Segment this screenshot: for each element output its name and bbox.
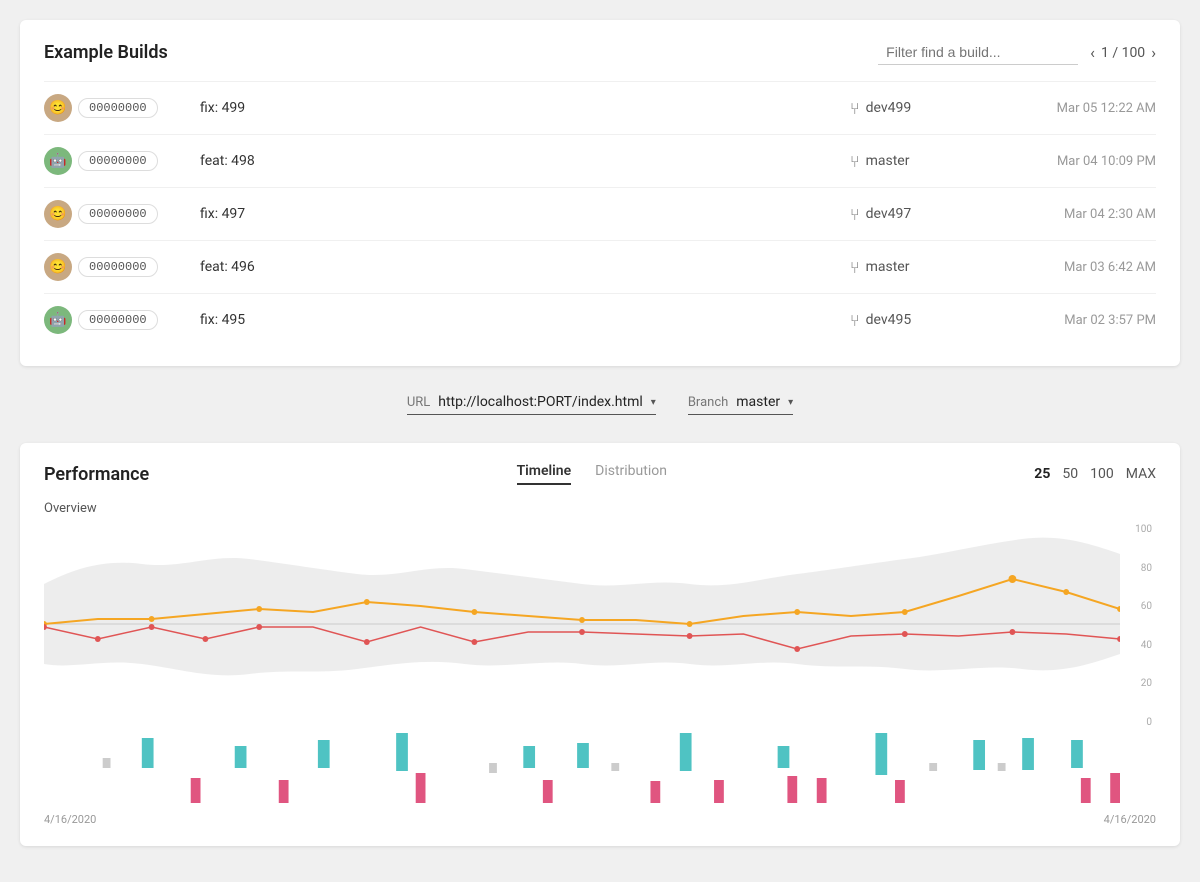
count-max[interactable]: MAX: [1126, 466, 1156, 482]
tab-distribution[interactable]: Distribution: [595, 463, 667, 485]
commit-id: 00000000: [78, 257, 158, 277]
bar-chart-wrapper: [44, 728, 1156, 807]
branch-icon: ⑂: [850, 258, 860, 277]
y-80: 80: [1126, 563, 1152, 574]
branch-icon: ⑂: [850, 152, 860, 171]
bar-chart: [44, 728, 1120, 803]
branch-label: Branch: [688, 395, 728, 410]
url-control: URL http://localhost:PORT/index.html ▾: [407, 394, 656, 415]
y-60: 60: [1126, 601, 1152, 612]
count-100[interactable]: 100: [1090, 466, 1114, 482]
performance-card: Performance Timeline Distribution 25 50 …: [20, 443, 1180, 846]
build-row[interactable]: 😊 00000000 fix: 497 ⑂ dev497 Mar 04 2:30…: [44, 187, 1156, 240]
chart-wrapper: 100 80 60 40 20 0: [44, 524, 1156, 728]
date-end: 4/16/2020: [1104, 813, 1156, 826]
branch-info: ⑂ dev497: [850, 205, 980, 224]
build-row[interactable]: 🤖 00000000 fix: 495 ⑂ dev495 Mar 02 3:57…: [44, 293, 1156, 346]
avatar: 😊: [44, 253, 72, 281]
builds-list: 😊 00000000 fix: 499 ⑂ dev499 Mar 05 12:2…: [44, 81, 1156, 346]
build-row[interactable]: 😊 00000000 fix: 499 ⑂ dev499 Mar 05 12:2…: [44, 81, 1156, 134]
branch-control: Branch master ▾: [688, 394, 793, 415]
y-20: 20: [1126, 678, 1152, 689]
overview-label: Overview: [44, 501, 1156, 516]
pagination-next[interactable]: ›: [1151, 43, 1156, 62]
branch-info: ⑂ master: [850, 152, 980, 171]
count-50[interactable]: 50: [1062, 466, 1078, 482]
url-label: URL: [407, 395, 430, 410]
build-date: Mar 05 12:22 AM: [996, 101, 1156, 116]
build-badge: 😊 00000000: [44, 94, 184, 122]
build-badge: 🤖 00000000: [44, 306, 184, 334]
avatar: 😊: [44, 94, 72, 122]
avatar: 🤖: [44, 306, 72, 334]
branch-name: dev497: [866, 206, 912, 222]
filter-pagination: ‹ 1 / 100 ›: [878, 40, 1156, 65]
build-row[interactable]: 🤖 00000000 feat: 498 ⑂ master Mar 04 10:…: [44, 134, 1156, 187]
branch-name: dev499: [866, 100, 912, 116]
build-name: fix: 499: [200, 100, 834, 116]
branch-value[interactable]: master: [736, 394, 780, 410]
chart-dates: 4/16/2020 4/16/2020: [44, 813, 1156, 826]
builds-card: Example Builds ‹ 1 / 100 › 😊 00000000 fi…: [20, 20, 1180, 366]
y-40: 40: [1126, 640, 1152, 651]
perf-header: Performance Timeline Distribution 25 50 …: [44, 463, 1156, 485]
build-badge: 😊 00000000: [44, 200, 184, 228]
branch-info: ⑂ dev495: [850, 311, 980, 330]
avatar: 🤖: [44, 147, 72, 175]
branch-name: master: [866, 259, 910, 275]
url-value[interactable]: http://localhost:PORT/index.html: [438, 394, 643, 410]
commit-id: 00000000: [78, 204, 158, 224]
commit-id: 00000000: [78, 98, 158, 118]
controls-bar: URL http://localhost:PORT/index.html ▾ B…: [20, 382, 1180, 427]
branch-icon: ⑂: [850, 311, 860, 330]
perf-title: Performance: [44, 464, 149, 485]
commit-id: 00000000: [78, 310, 158, 330]
build-row[interactable]: 😊 00000000 feat: 496 ⑂ master Mar 03 6:4…: [44, 240, 1156, 293]
pagination: ‹ 1 / 100 ›: [1090, 43, 1156, 62]
build-name: feat: 498: [200, 153, 834, 169]
builds-title: Example Builds: [44, 42, 168, 63]
y-0: 0: [1126, 717, 1152, 728]
branch-name: dev495: [866, 312, 912, 328]
timeline-chart: [44, 524, 1120, 724]
filter-input[interactable]: [878, 40, 1078, 65]
count-25[interactable]: 25: [1034, 466, 1050, 482]
branch-info: ⑂ dev499: [850, 99, 980, 118]
tab-timeline[interactable]: Timeline: [517, 463, 572, 485]
build-name: fix: 497: [200, 206, 834, 222]
y-axis: 100 80 60 40 20 0: [1126, 524, 1156, 728]
build-name: fix: 495: [200, 312, 834, 328]
url-dropdown-icon[interactable]: ▾: [651, 397, 656, 408]
perf-counts: 25 50 100 MAX: [1034, 466, 1156, 482]
builds-header: Example Builds ‹ 1 / 100 ›: [44, 40, 1156, 65]
branch-icon: ⑂: [850, 99, 860, 118]
commit-id: 00000000: [78, 151, 158, 171]
branch-name: master: [866, 153, 910, 169]
branch-info: ⑂ master: [850, 258, 980, 277]
build-badge: 🤖 00000000: [44, 147, 184, 175]
build-badge: 😊 00000000: [44, 253, 184, 281]
branch-icon: ⑂: [850, 205, 860, 224]
build-name: feat: 496: [200, 259, 834, 275]
branch-dropdown-icon[interactable]: ▾: [788, 397, 793, 408]
perf-tabs: Timeline Distribution: [517, 463, 667, 485]
build-date: Mar 04 10:09 PM: [996, 154, 1156, 169]
date-start: 4/16/2020: [44, 813, 96, 826]
build-date: Mar 03 6:42 AM: [996, 260, 1156, 275]
pagination-prev[interactable]: ‹: [1090, 43, 1095, 62]
build-date: Mar 04 2:30 AM: [996, 207, 1156, 222]
y-100: 100: [1126, 524, 1152, 535]
pagination-display: 1 / 100: [1101, 45, 1145, 61]
avatar: 😊: [44, 200, 72, 228]
build-date: Mar 02 3:57 PM: [996, 313, 1156, 328]
